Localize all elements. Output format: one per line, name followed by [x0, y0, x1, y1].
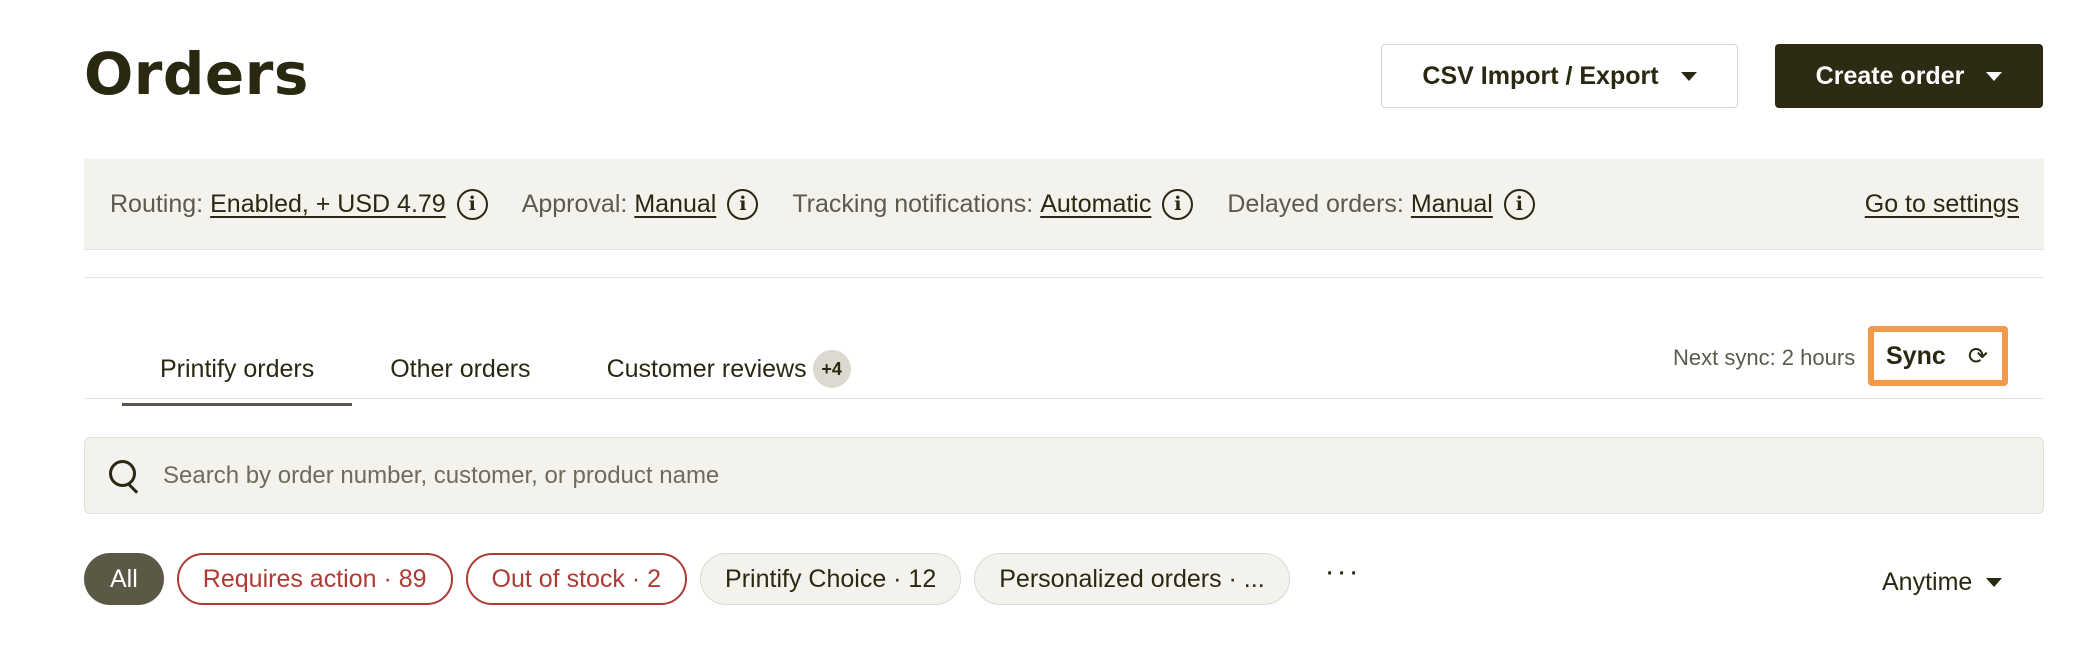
date-filter-label: Anytime [1882, 568, 1973, 596]
tracking-value-link[interactable]: Automatic [1040, 190, 1151, 219]
setting-delayed-orders: Delayed orders: Manual i [1227, 188, 1535, 220]
more-filters-button[interactable]: ··· [1325, 555, 1361, 589]
filter-chip-personalized-orders[interactable]: Personalized orders · ... [974, 553, 1290, 605]
filter-chip-all[interactable]: All [84, 553, 164, 605]
order-settings-bar: Routing: Enabled, + USD 4.79 i Approval:… [84, 159, 2044, 250]
tab-label: Printify orders [160, 354, 315, 383]
next-sync-text: Next sync: 2 hours [1673, 345, 1856, 370]
refresh-icon: ⟳ [1967, 342, 1988, 370]
divider [84, 277, 2044, 278]
create-order-label: Create order [1815, 61, 1965, 90]
create-order-button[interactable]: Create order [1775, 44, 2043, 108]
search-icon [109, 459, 141, 492]
setting-label: Delayed orders: [1227, 189, 1404, 218]
setting-label: Approval: [521, 189, 628, 218]
tab-label: Other orders [390, 354, 531, 383]
chevron-down-icon [1986, 71, 2003, 81]
tabs-divider [84, 398, 2044, 399]
filter-chip-printify-choice[interactable]: Printify Choice · 12 [700, 553, 962, 605]
filter-chip-out-of-stock[interactable]: Out of stock · 2 [465, 553, 688, 605]
sync-button[interactable]: Sync ⟳ [1868, 326, 2008, 386]
csv-import-export-button[interactable]: CSV Import / Export [1381, 44, 1738, 108]
search-bar [84, 437, 2044, 514]
setting-routing: Routing: Enabled, + USD 4.79 i [110, 188, 488, 220]
go-to-settings-link[interactable]: Go to settings [1865, 190, 2019, 219]
tab-other-orders[interactable]: Other orders [352, 340, 568, 406]
page-title: Orders [84, 40, 309, 108]
routing-value-link[interactable]: Enabled, + USD 4.79 [210, 190, 446, 219]
setting-tracking-notifications: Tracking notifications: Automatic i [792, 188, 1194, 220]
filter-chips: All Requires action · 89 Out of stock · … [84, 553, 1361, 605]
setting-label: Routing: [110, 189, 204, 218]
chevron-down-icon [1680, 71, 1697, 81]
info-icon[interactable]: i [727, 188, 759, 220]
order-tabs: Printify orders Other orders Customer re… [122, 340, 889, 406]
tab-label: Customer reviews [606, 354, 807, 383]
setting-approval: Approval: Manual i [521, 188, 759, 220]
info-icon[interactable]: i [1162, 188, 1194, 220]
chevron-down-icon [1986, 578, 2003, 587]
info-icon[interactable]: i [1503, 188, 1535, 220]
tab-customer-reviews[interactable]: Customer reviews +4 [569, 340, 889, 406]
sync-button-label: Sync [1886, 341, 1946, 370]
setting-label: Tracking notifications: [792, 189, 1034, 218]
filter-chip-requires-action[interactable]: Requires action · 89 [176, 553, 453, 605]
date-filter-dropdown[interactable]: Anytime [1882, 568, 2003, 597]
delayed-orders-value-link[interactable]: Manual [1411, 190, 1493, 219]
csv-button-label: CSV Import / Export [1422, 61, 1659, 90]
info-icon[interactable]: i [456, 188, 488, 220]
tab-printify-orders[interactable]: Printify orders [122, 340, 353, 406]
approval-value-link[interactable]: Manual [634, 190, 716, 219]
search-input[interactable] [163, 461, 1963, 490]
count-badge: +4 [812, 350, 851, 388]
